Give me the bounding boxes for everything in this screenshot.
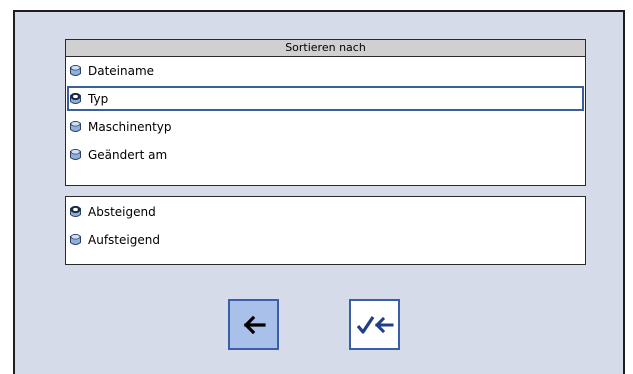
sort-option-label: Geändert am [88,147,168,162]
sort-by-header: Sortieren nach [66,40,585,57]
sort-order-group: Absteigend Aufsteigend [65,196,586,265]
sort-option-typ[interactable]: Typ [67,86,584,111]
sort-option-geaendert-am[interactable]: Geändert am [67,142,584,167]
confirm-button[interactable] [349,299,400,350]
radio-selected-icon [70,92,81,104]
sort-dialog: Sortieren nach Dateiname Typ Maschinenty… [13,10,625,374]
radio-unselected-icon [70,149,81,160]
sort-option-label: Dateiname [88,63,155,78]
radio-unselected-icon [70,65,81,76]
sort-option-dateiname[interactable]: Dateiname [67,58,584,83]
order-option-aufsteigend[interactable]: Aufsteigend [67,227,584,252]
sort-option-label: Typ [88,91,109,106]
sort-option-maschinentyp[interactable]: Maschinentyp [67,114,584,139]
arrow-left-icon [243,315,266,334]
check-arrow-left-icon [356,315,393,334]
order-option-label: Absteigend [88,204,156,219]
radio-unselected-icon [70,121,81,132]
radio-unselected-icon [70,234,81,245]
order-option-absteigend[interactable]: Absteigend [67,199,584,224]
back-button[interactable] [228,299,279,350]
order-option-label: Aufsteigend [88,232,160,247]
sort-option-label: Maschinentyp [88,119,172,134]
radio-selected-icon [70,205,81,217]
sort-by-group: Sortieren nach Dateiname Typ Maschinenty… [65,39,586,186]
